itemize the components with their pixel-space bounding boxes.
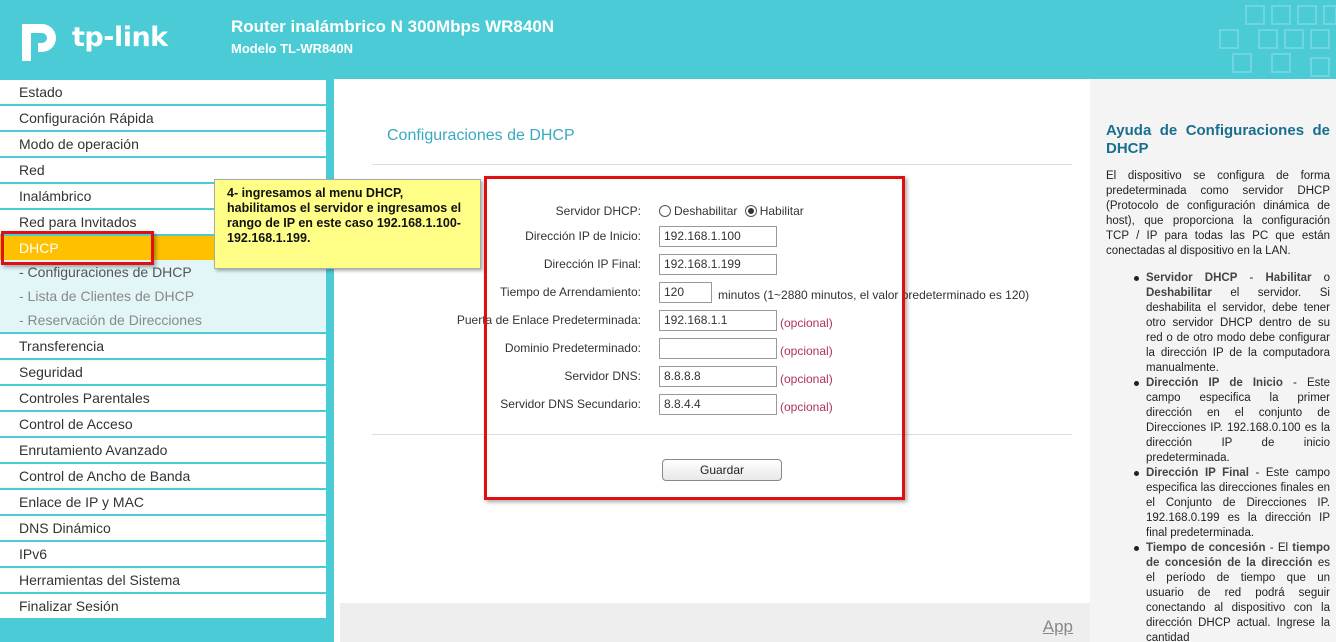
- app-link[interactable]: App: [1043, 617, 1073, 637]
- help-item-tiempo-concesion: Tiempo de concesión - El tiempo de conce…: [1134, 541, 1330, 642]
- sidebar-item-transferencia[interactable]: Transferencia: [0, 334, 326, 358]
- sidebar-item-finalizar-sesion[interactable]: Finalizar Sesión: [0, 594, 326, 618]
- help-intro: El dispositivo se configura de forma pre…: [1106, 170, 1330, 257]
- sidebar-item-enrutamiento-avanzado[interactable]: Enrutamiento Avanzado: [0, 438, 326, 462]
- dhcp-submenu: - Configuraciones de DHCP - Lista de Cli…: [0, 260, 326, 332]
- help-item-ip-inicio: Dirección IP de Inicio - Este campo espe…: [1134, 377, 1330, 464]
- annotation-note: 4- ingresamos al menu DHCP, habilitamos …: [214, 179, 481, 269]
- submenu-lista-clientes-dhcp[interactable]: - Lista de Clientes de DHCP: [19, 284, 194, 308]
- router-title: Router inalámbrico N 300Mbps WR840N: [231, 17, 555, 36]
- annotation-form-highlight: [484, 176, 905, 500]
- help-item-servidor: Servidor DHCP - Habilitar o Deshabilitar…: [1134, 272, 1331, 374]
- submenu-reservacion-direcciones[interactable]: - Reservación de Direcciones: [19, 308, 202, 332]
- help-item-ip-final: Dirección IP Final - Este campo especifi…: [1134, 467, 1330, 539]
- sidebar: Estado Configuración Rápida Modo de oper…: [0, 79, 334, 642]
- sidebar-item-control-ancho-banda[interactable]: Control de Ancho de Banda: [0, 464, 326, 488]
- logo-text: tp-link: [72, 22, 168, 53]
- help-title: Ayuda de Configuraciones de DHCP: [1106, 122, 1330, 157]
- header: tp-link Router inalámbrico N 300Mbps WR8…: [0, 0, 1336, 79]
- help-panel: Ayuda de Configuraciones de DHCP El disp…: [1090, 79, 1336, 642]
- help-list: Servidor DHCP - Habilitar o Deshabilitar…: [1134, 271, 1331, 642]
- sidebar-item-control-acceso[interactable]: Control de Acceso: [0, 412, 326, 436]
- divider-top: [372, 164, 1072, 165]
- sidebar-item-ipv6[interactable]: IPv6: [0, 542, 326, 566]
- page-title: Configuraciones de DHCP: [387, 127, 575, 144]
- sidebar-item-enlace-ip-mac[interactable]: Enlace de IP y MAC: [0, 490, 326, 514]
- sidebar-item-controles-parentales[interactable]: Controles Parentales: [0, 386, 326, 410]
- sidebar-item-modo-operacion[interactable]: Modo de operación: [0, 132, 326, 156]
- sidebar-item-dns-dinamico[interactable]: DNS Dinámico: [0, 516, 326, 540]
- sidebar-item-herramientas-sistema[interactable]: Herramientas del Sistema: [0, 568, 326, 592]
- header-pattern-decoration: [1219, 5, 1336, 77]
- sidebar-item-seguridad[interactable]: Seguridad: [0, 360, 326, 384]
- annotation-dhcp-highlight: [1, 231, 154, 265]
- footer-bar: App: [340, 603, 1090, 642]
- sidebar-item-estado[interactable]: Estado: [0, 80, 326, 104]
- sidebar-item-configuracion-rapida[interactable]: Configuración Rápida: [0, 106, 326, 130]
- router-model: Modelo TL-WR840N: [231, 41, 354, 56]
